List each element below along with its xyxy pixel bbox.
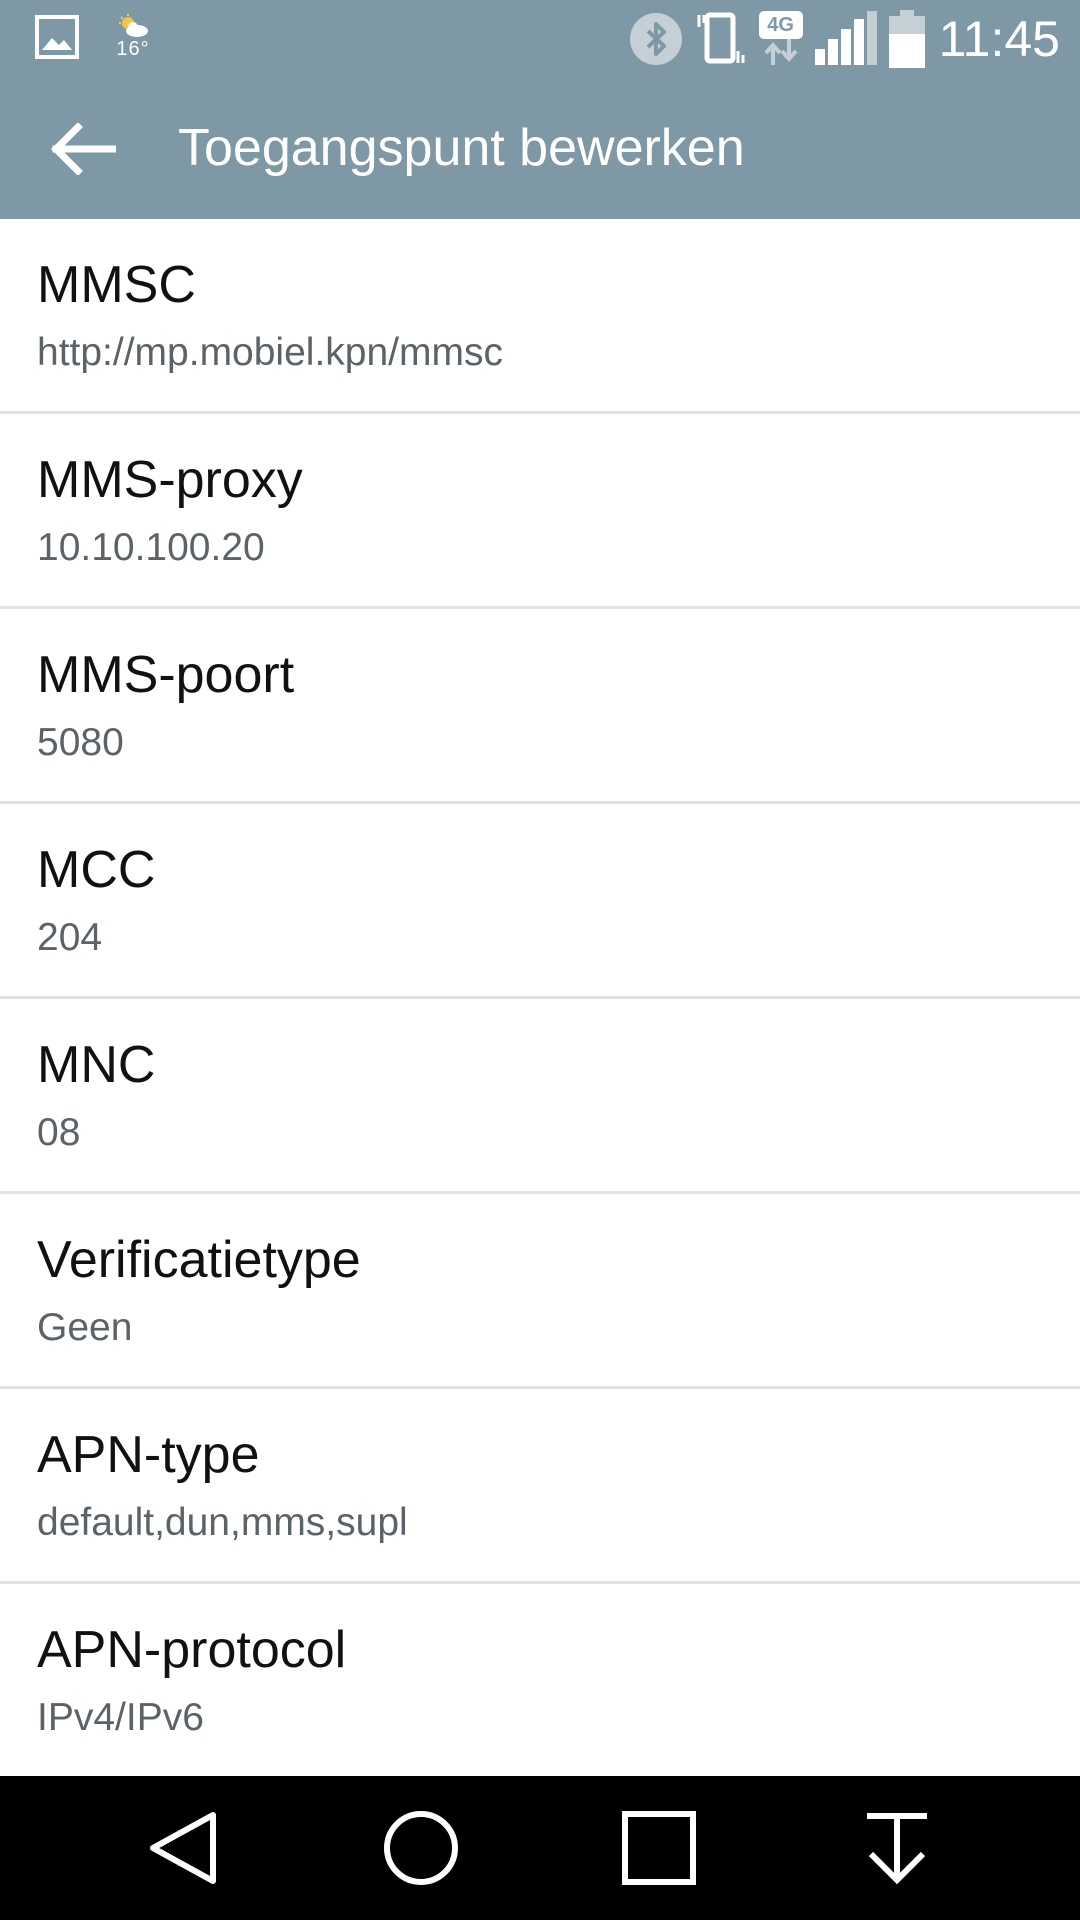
recents-square-icon	[622, 1811, 696, 1885]
setting-item-apn-type[interactable]: APN-type default,dun,mms,supl	[0, 1389, 1080, 1584]
setting-value: Geen	[37, 1306, 133, 1349]
data-arrows-icon	[764, 39, 798, 65]
setting-value: 204	[37, 916, 103, 959]
gallery-icon	[35, 15, 79, 59]
setting-title: MMSC	[37, 256, 196, 314]
nav-notifications-button[interactable]	[817, 1776, 977, 1920]
setting-item-mcc[interactable]: MCC 204	[0, 804, 1080, 999]
back-button[interactable]	[30, 106, 136, 192]
setting-value: 08	[37, 1111, 81, 1154]
app-bar: Toegangspunt bewerken	[0, 78, 1080, 219]
setting-item-mms-proxy[interactable]: MMS-proxy 10.10.100.20	[0, 414, 1080, 609]
vibrate-icon	[697, 12, 745, 64]
setting-title: Verificatietype	[37, 1231, 361, 1289]
setting-title: APN-type	[37, 1426, 260, 1484]
bluetooth-icon	[629, 13, 682, 65]
setting-item-mnc[interactable]: MNC 08	[0, 999, 1080, 1194]
setting-value: default,dun,mms,supl	[37, 1501, 408, 1544]
setting-item-mms-port[interactable]: MMS-poort 5080	[0, 609, 1080, 804]
nav-back-button[interactable]	[104, 1776, 264, 1920]
nav-recents-button[interactable]	[579, 1776, 739, 1920]
weather-widget: 16°	[110, 14, 156, 66]
setting-value: 5080	[37, 721, 124, 764]
arrow-left-icon	[51, 123, 116, 175]
signal-icon	[814, 11, 877, 65]
setting-title: MCC	[37, 841, 156, 899]
nav-home-button[interactable]	[341, 1776, 501, 1920]
weather-icon	[119, 14, 148, 37]
setting-title: MMS-proxy	[37, 451, 303, 509]
setting-value: 10.10.100.20	[37, 526, 265, 569]
setting-value: IPv4/IPv6	[37, 1696, 204, 1739]
setting-item-apn-protocol[interactable]: APN-protocol IPv4/IPv6	[0, 1584, 1080, 1779]
clock: 11:45	[938, 11, 1060, 67]
back-triangle-icon	[150, 1812, 216, 1884]
setting-value: http://mp.mobiel.kpn/mmsc	[37, 331, 503, 374]
network-type-indicator: 4G	[758, 11, 803, 67]
network-type-label: 4G	[758, 11, 803, 39]
status-bar: 16° 4G 11:45	[0, 0, 1080, 78]
setting-item-auth-type[interactable]: Verificatietype Geen	[0, 1194, 1080, 1389]
setting-title: APN-protocol	[37, 1621, 347, 1679]
navigation-bar	[0, 1776, 1080, 1920]
battery-icon	[888, 10, 925, 68]
setting-title: MMS-poort	[37, 646, 295, 704]
download-arrow-icon	[867, 1813, 927, 1885]
page-title: Toegangspunt bewerken	[178, 119, 745, 177]
setting-title: MNC	[37, 1036, 156, 1094]
settings-list: MMSC http://mp.mobiel.kpn/mmsc MMS-proxy…	[0, 219, 1080, 1779]
home-circle-icon	[384, 1811, 458, 1885]
temperature-label: 16°	[116, 38, 150, 60]
setting-item-mmsc[interactable]: MMSC http://mp.mobiel.kpn/mmsc	[0, 219, 1080, 414]
